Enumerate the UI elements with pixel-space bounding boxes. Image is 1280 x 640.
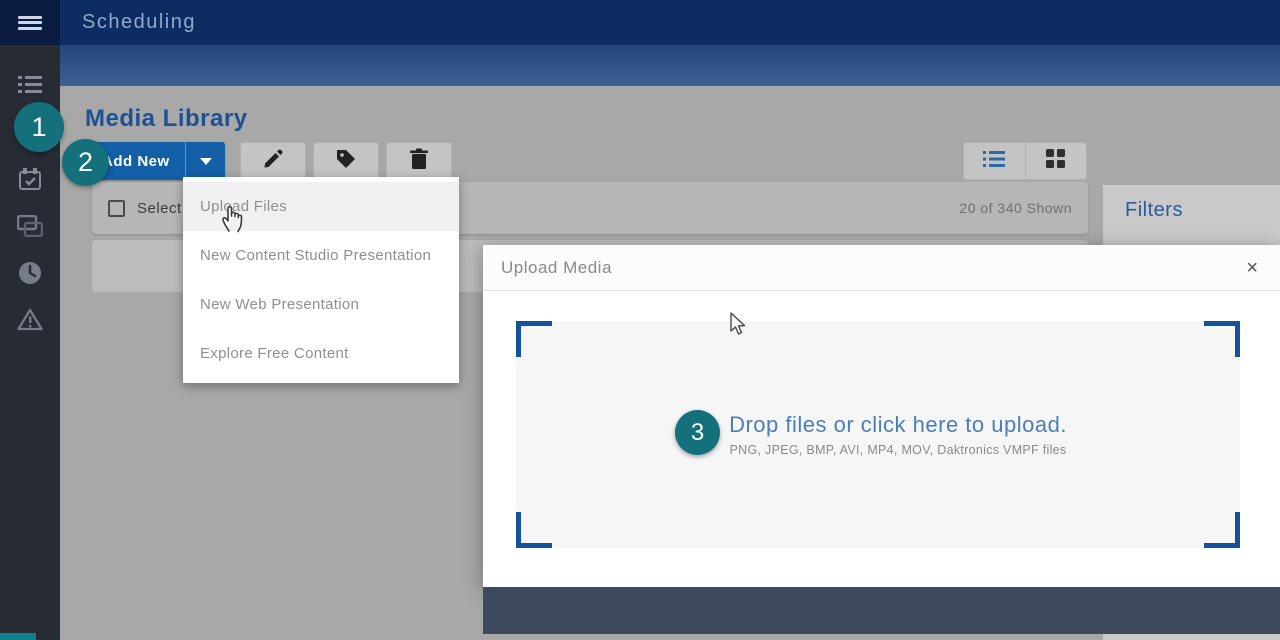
- schedule-list-icon: [18, 75, 42, 95]
- tutorial-step-badge-2: 2: [62, 139, 109, 186]
- bracket-bottom-right: [1204, 512, 1240, 548]
- tutorial-progress-strip: [0, 633, 36, 640]
- calendar-check-icon: [18, 168, 42, 190]
- grid-view-icon: [1046, 149, 1065, 173]
- pencil-icon: [262, 148, 284, 175]
- bracket-bottom-left: [516, 512, 552, 548]
- select-all-checkbox[interactable]: [108, 200, 125, 217]
- menu-item-new-content-studio-presentation[interactable]: New Content Studio Presentation: [183, 231, 459, 280]
- menu-item-explore-free-content[interactable]: Explore Free Content: [183, 329, 459, 378]
- grid-view-button[interactable]: [1025, 143, 1087, 179]
- edit-button[interactable]: [240, 142, 306, 180]
- app-title: Scheduling: [82, 0, 196, 45]
- menu-item-new-web-presentation[interactable]: New Web Presentation: [183, 280, 459, 329]
- list-view-button[interactable]: [964, 143, 1025, 179]
- tag-icon: [335, 148, 357, 175]
- hamburger-menu-button[interactable]: [0, 0, 60, 45]
- displays-icon: [17, 215, 43, 237]
- sidebar-item-schedules[interactable]: [0, 61, 60, 108]
- view-toggle-group: [963, 142, 1087, 180]
- menu-item-upload-files[interactable]: Upload Files: [183, 182, 459, 231]
- sidebar-item-history[interactable]: [0, 249, 60, 296]
- file-dropzone[interactable]: Drop files or click here to upload. PNG,…: [516, 321, 1240, 548]
- add-new-dropdown-menu: Upload Files New Content Studio Presenta…: [183, 177, 459, 383]
- tutorial-step-badge-1: 1: [14, 102, 64, 152]
- tag-button[interactable]: [313, 142, 379, 180]
- modal-title: Upload Media: [501, 245, 612, 291]
- page-title: Media Library: [85, 105, 248, 133]
- sidebar-item-alerts[interactable]: [0, 296, 60, 343]
- modal-header: Upload Media ×: [483, 245, 1280, 291]
- chevron-down-icon: [200, 158, 212, 165]
- bracket-top-left: [516, 321, 552, 357]
- modal-footer-bar: [483, 587, 1280, 634]
- history-clock-icon: [18, 261, 42, 285]
- secondary-header-band: [60, 45, 1280, 86]
- sidebar-item-calendar[interactable]: [0, 155, 60, 202]
- upload-media-modal: Upload Media × Drop files or click here …: [483, 245, 1280, 587]
- bracket-top-right: [1204, 321, 1240, 357]
- close-icon[interactable]: ×: [1240, 245, 1264, 291]
- tutorial-step-badge-3: 3: [675, 410, 720, 455]
- list-view-icon: [983, 150, 1005, 173]
- hamburger-icon: [18, 13, 42, 32]
- shown-count-text: 20 of 340 Shown: [959, 200, 1072, 216]
- add-new-caret-section[interactable]: [185, 142, 225, 180]
- alerts-warning-icon: [17, 308, 43, 331]
- delete-button[interactable]: [386, 142, 452, 180]
- dropzone-subtitle: PNG, JPEG, BMP, AVI, MP4, MOV, Daktronic…: [730, 443, 1067, 457]
- sidebar-item-displays[interactable]: [0, 202, 60, 249]
- trash-icon: [409, 148, 429, 175]
- dropzone-title: Drop files or click here to upload.: [729, 412, 1067, 438]
- filters-title: Filters: [1125, 199, 1183, 222]
